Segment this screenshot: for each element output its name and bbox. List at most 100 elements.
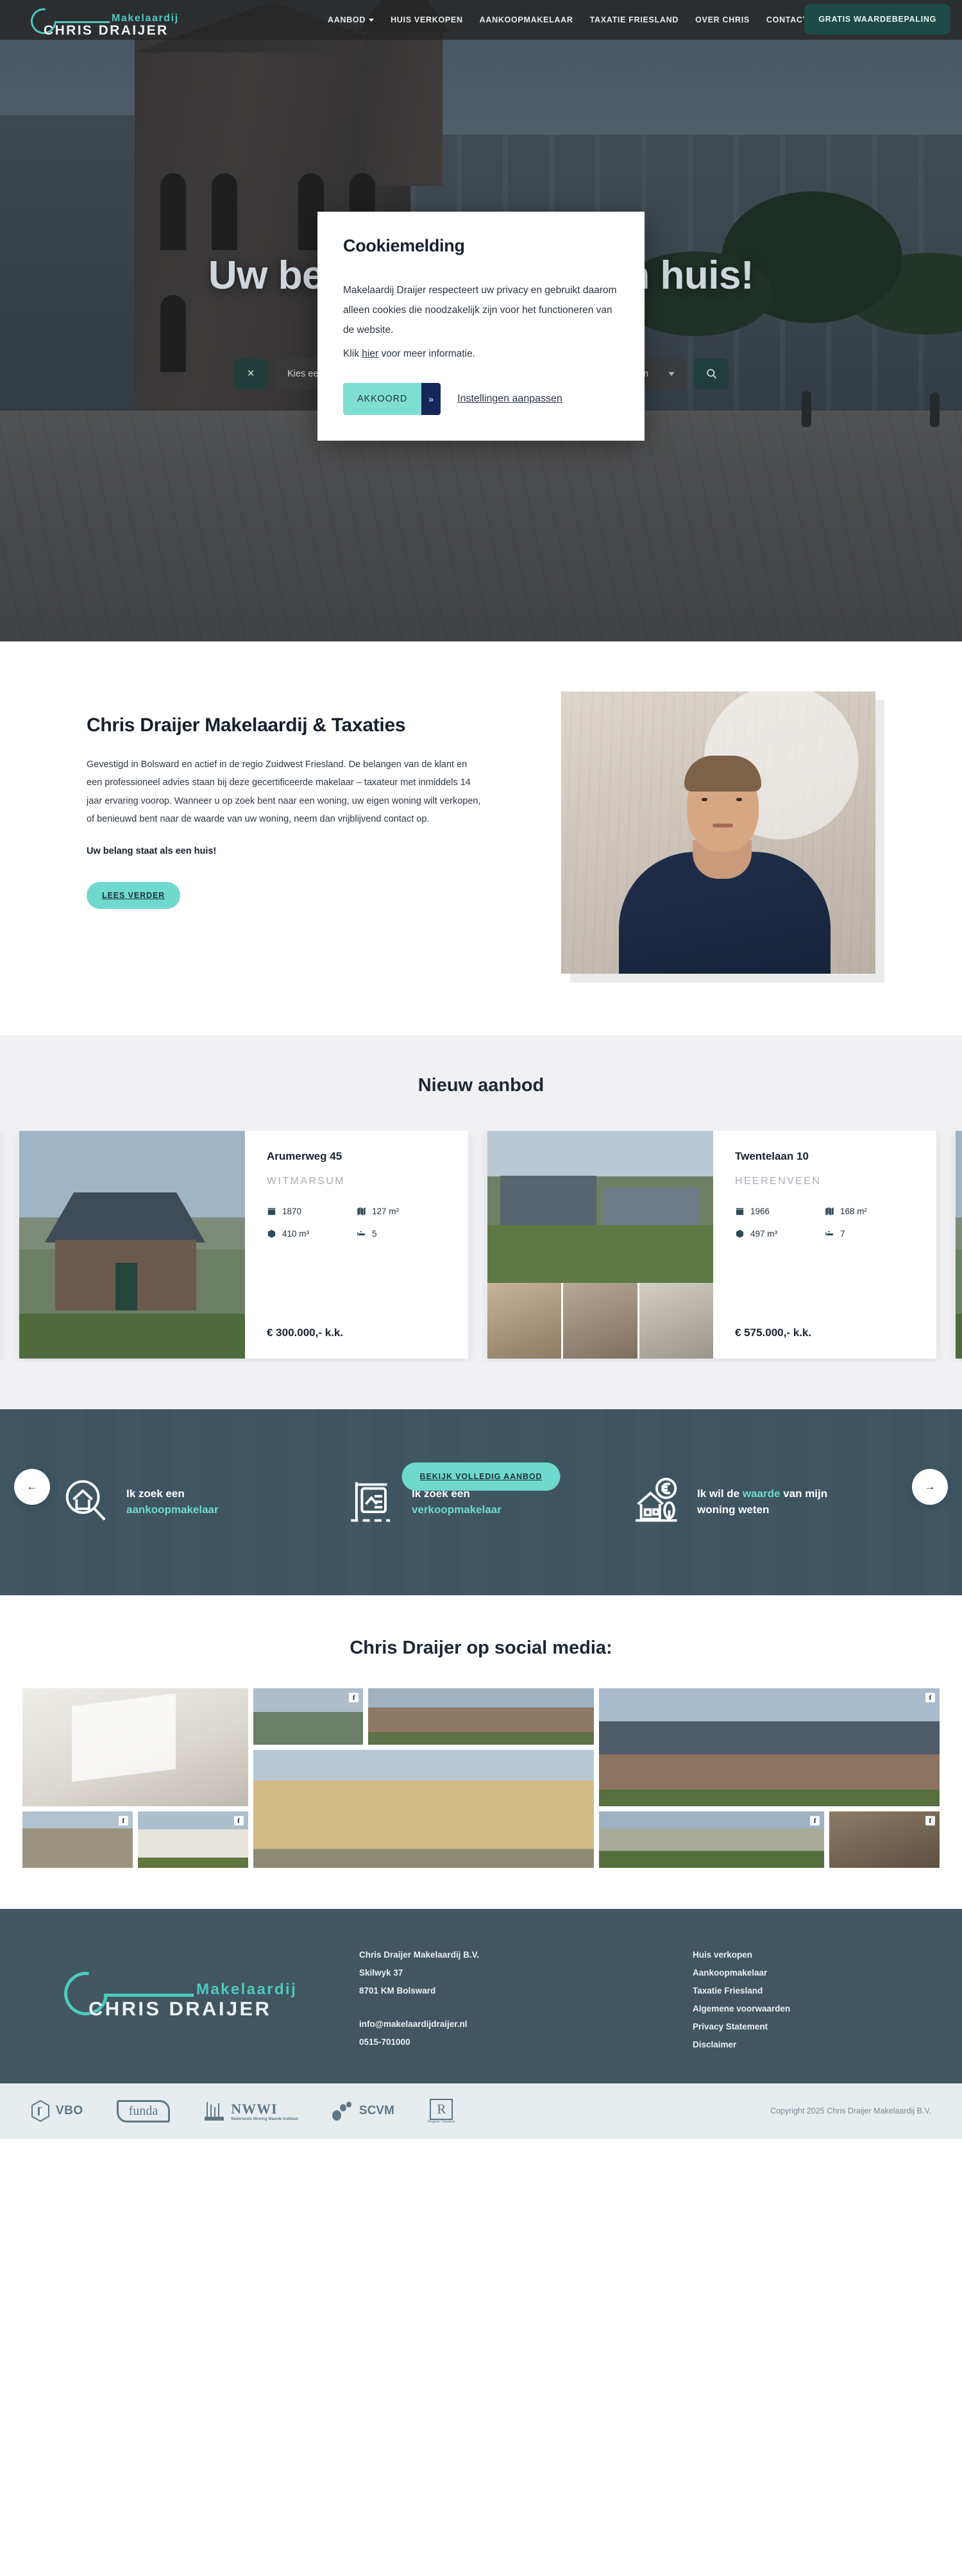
lees-verder-button[interactable]: LEES VERDER bbox=[87, 882, 181, 910]
nav-item-contact[interactable]: CONTACT bbox=[766, 15, 808, 24]
facebook-icon: f bbox=[810, 1816, 820, 1826]
footer-phone[interactable]: 0515-701000 bbox=[359, 2033, 693, 2051]
listing-specs: 1870 127 m² 410 m³ 5 bbox=[267, 1207, 446, 1239]
listing-card[interactable] bbox=[956, 1131, 962, 1359]
nwwi-mark-icon bbox=[205, 2102, 224, 2121]
bed-icon bbox=[357, 1231, 366, 1235]
intro-text-column: Chris Draijer Makelaardij & Taxaties Gev… bbox=[87, 691, 484, 910]
social-tile[interactable]: f bbox=[253, 1688, 364, 1745]
cookie-settings-link[interactable]: Instellingen aanpassen bbox=[457, 393, 562, 405]
carousel-next-button[interactable]: → bbox=[912, 1469, 948, 1505]
site-logo[interactable]: Makelaardij CHRIS DRAIJER bbox=[25, 3, 257, 40]
facebook-icon: f bbox=[925, 1816, 935, 1826]
copyright-text: Copyright 2025 Chris Draijer Makelaardij… bbox=[770, 2106, 931, 2116]
listing-rooms: 7 bbox=[825, 1229, 915, 1239]
social-tile[interactable]: f bbox=[829, 1811, 940, 1868]
nav-item-aankoopmakelaar[interactable]: AANKOOPMAKELAAR bbox=[480, 15, 573, 24]
footer-email[interactable]: info@makelaardijdraijer.nl bbox=[359, 2015, 693, 2033]
footer-link-disclaimer[interactable]: Disclaimer bbox=[693, 2036, 790, 2054]
services-banner: Ik zoek een aankoopmakelaar Ik zoek een … bbox=[0, 1409, 962, 1595]
intro-bold-line: Uw belang staat als een huis! bbox=[87, 846, 217, 857]
listing-photo bbox=[19, 1131, 245, 1359]
carousel-prev-button[interactable]: ← bbox=[14, 1469, 50, 1505]
register-taxateur-sublabel: Register Taxateur bbox=[427, 2119, 455, 2124]
search-icon bbox=[706, 369, 716, 379]
cube-icon bbox=[736, 1230, 744, 1238]
nav-item-huis-verkopen[interactable]: HUIS VERKOPEN bbox=[391, 15, 463, 24]
scvm-logo[interactable]: SCVM bbox=[332, 2101, 394, 2121]
listing-living-area: 168 m² bbox=[825, 1207, 915, 1216]
social-heading: Chris Draijer op social media: bbox=[350, 1638, 612, 1658]
funda-logo[interactable]: funda bbox=[116, 2099, 171, 2123]
house-euro-icon bbox=[632, 1476, 682, 1529]
cookie-more-link[interactable]: hier bbox=[362, 348, 378, 359]
bekijk-volledig-aanbod-button[interactable]: BEKIJK VOLLEDIG AANBOD bbox=[401, 1462, 561, 1491]
gratis-waardebepaling-button[interactable]: GRATIS WAARDEBEPALING bbox=[804, 4, 950, 35]
map-icon bbox=[825, 1207, 834, 1216]
footer-logo[interactable]: Makelaardij CHRIS DRAIJER bbox=[55, 1946, 359, 2042]
avatar bbox=[561, 691, 875, 974]
social-tile[interactable]: f bbox=[598, 1688, 940, 1806]
logo-title: CHRIS DRAIJER bbox=[44, 23, 169, 38]
footer-company: Chris Draijer Makelaardij B.V. bbox=[359, 1950, 480, 1960]
listings-section: Nieuw aanbod Arumerweg 45 WITMARSUM 1870… bbox=[0, 1035, 962, 1409]
cookie-accept-button[interactable]: AKKOORD » bbox=[343, 383, 441, 415]
social-tile[interactable] bbox=[22, 1688, 248, 1806]
listing-card[interactable]: Twentelaan 10 HEERENVEEN 1966 168 m² 497… bbox=[487, 1131, 936, 1359]
listing-card[interactable]: Arumerweg 45 WITMARSUM 1870 127 m² 410 m… bbox=[19, 1131, 468, 1359]
site-footer: Makelaardij CHRIS DRAIJER Chris Draijer … bbox=[0, 1909, 962, 2084]
service-line-2: verkoopmakelaar bbox=[412, 1504, 502, 1516]
cookie-more-info: Klik hier voor meer informatie. bbox=[343, 344, 619, 364]
search-submit-button[interactable] bbox=[694, 358, 729, 389]
cookie-accept-label: AKKOORD bbox=[343, 383, 422, 415]
vbo-label: VBO bbox=[56, 2104, 83, 2118]
listing-year: 1870 bbox=[267, 1207, 357, 1216]
nav-item-aanbod[interactable]: AANBOD bbox=[328, 15, 375, 24]
footer-street: Skilwyk 37 bbox=[359, 1968, 403, 1978]
social-tile[interactable] bbox=[253, 1750, 594, 1868]
site-header: Makelaardij CHRIS DRAIJER AANBOD HUIS VE… bbox=[0, 0, 962, 40]
search-clear-button[interactable]: × bbox=[233, 358, 268, 389]
scvm-mark-icon bbox=[332, 2101, 351, 2121]
service-waardebepaling[interactable]: Ik wil de waarde van mijn woning weten bbox=[632, 1476, 901, 1529]
listing-city: WITMARSUM bbox=[267, 1176, 346, 1187]
bed-icon bbox=[825, 1231, 834, 1235]
hero-section: Makelaardij CHRIS DRAIJER AANBOD HUIS VE… bbox=[0, 0, 962, 641]
calendar-icon bbox=[267, 1208, 276, 1216]
listing-volume: 410 m³ bbox=[267, 1229, 357, 1239]
footer-link-aankoopmakelaar[interactable]: Aankoopmakelaar bbox=[693, 1964, 790, 1982]
social-tile[interactable]: f bbox=[22, 1811, 133, 1868]
intro-section: Chris Draijer Makelaardij & Taxaties Gev… bbox=[0, 641, 962, 1035]
cookie-title: Cookiemelding bbox=[343, 236, 465, 255]
facebook-icon: f bbox=[118, 1816, 128, 1826]
main-navigation: AANBOD HUIS VERKOPEN AANKOOPMAKELAAR TAX… bbox=[328, 0, 808, 40]
footer-links: Huis verkopen Aankoopmakelaar Taxatie Fr… bbox=[693, 1946, 790, 2054]
listings-carousel: Arumerweg 45 WITMARSUM 1870 127 m² 410 m… bbox=[0, 1131, 962, 1362]
social-tile[interactable]: f bbox=[137, 1811, 248, 1868]
footer-link-huis-verkopen[interactable]: Huis verkopen bbox=[693, 1946, 790, 1964]
for-sale-sign-icon bbox=[346, 1476, 396, 1529]
footer-link-taxatie-friesland[interactable]: Taxatie Friesland bbox=[693, 1982, 790, 2000]
nav-item-over-chris[interactable]: OVER CHRIS bbox=[695, 15, 750, 24]
listing-living-area: 127 m² bbox=[357, 1207, 446, 1216]
vbo-mark-icon bbox=[31, 2100, 49, 2123]
footer-logo-subtitle: Makelaardij bbox=[196, 1981, 298, 1998]
cookie-more-post: voor meer informatie. bbox=[378, 348, 475, 359]
listing-price: € 575.000,- k.k. bbox=[735, 1326, 812, 1339]
social-tile[interactable] bbox=[368, 1688, 594, 1745]
footer-link-privacy-statement[interactable]: Privacy Statement bbox=[693, 2018, 790, 2036]
nwwi-label: NWWI bbox=[231, 2101, 278, 2117]
logo-bar-icon bbox=[104, 1994, 194, 1997]
map-icon bbox=[357, 1207, 366, 1216]
footer-logo-title: CHRIS DRAIJER bbox=[89, 1997, 272, 2020]
nav-item-taxatie-friesland[interactable]: TAXATIE FRIESLAND bbox=[590, 15, 679, 24]
service-line-1: Ik zoek een bbox=[126, 1487, 185, 1500]
vbo-logo[interactable]: VBO bbox=[31, 2100, 83, 2123]
social-tile[interactable]: f bbox=[598, 1811, 825, 1868]
listing-year: 1966 bbox=[735, 1207, 825, 1216]
intro-heading: Chris Draijer Makelaardij & Taxaties bbox=[87, 715, 406, 736]
nwwi-logo[interactable]: NWWI Nederlands Woning Waarde Instituut bbox=[203, 2100, 298, 2122]
register-taxateur-logo[interactable]: R Register Taxateur bbox=[427, 2098, 455, 2124]
footer-link-algemene-voorwaarden[interactable]: Algemene voorwaarden bbox=[693, 2000, 790, 2018]
service-aankoopmakelaar[interactable]: Ik zoek een aankoopmakelaar bbox=[61, 1476, 330, 1529]
